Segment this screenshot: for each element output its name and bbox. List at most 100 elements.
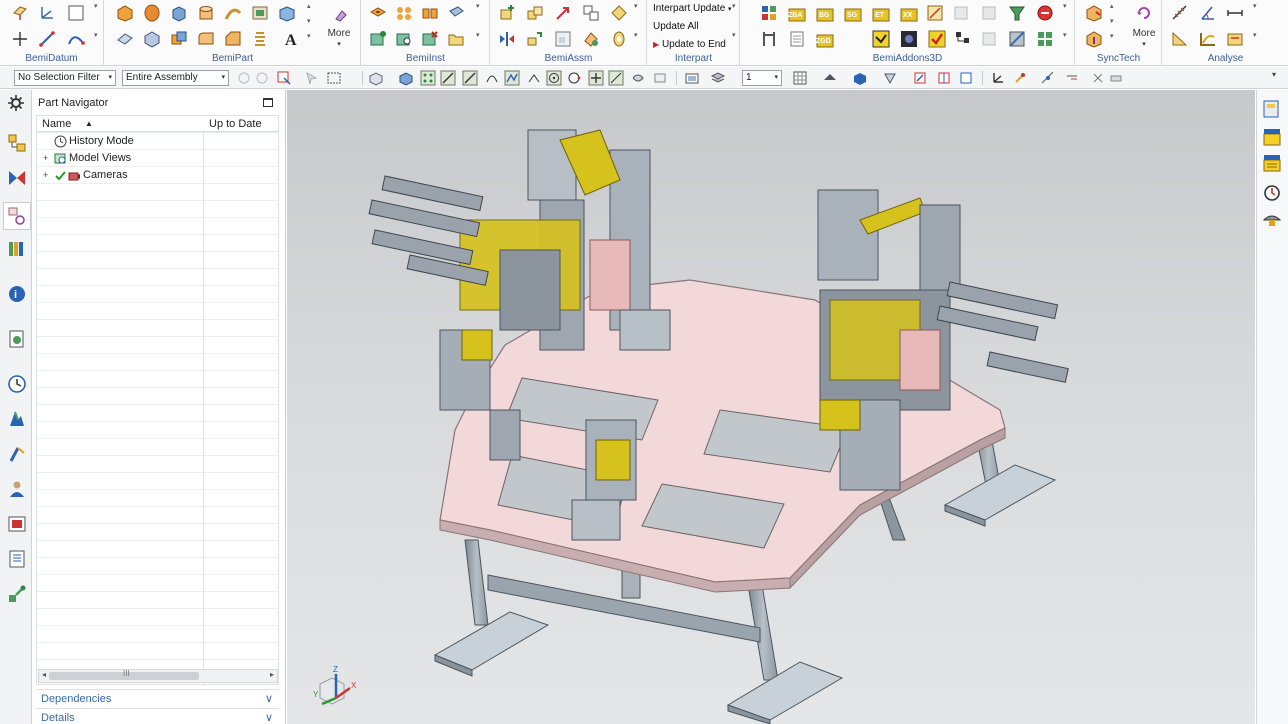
datum-csys-button[interactable]	[37, 3, 57, 23]
view-tool-3-button[interactable]	[1261, 152, 1283, 174]
addon-yellow-tool-button[interactable]	[871, 29, 891, 49]
assembly-constraints-button[interactable]	[581, 3, 601, 23]
view-tool-4-button[interactable]	[1261, 182, 1283, 204]
resource-bar-settings-button[interactable]	[5, 92, 27, 114]
addon-stop-button[interactable]	[1035, 3, 1055, 23]
layer-settings-button[interactable]	[710, 70, 726, 86]
addon-faded-1-button[interactable]	[951, 3, 971, 23]
deselect-button[interactable]	[254, 70, 270, 86]
edit-section-button[interactable]	[912, 70, 928, 86]
revolve-button[interactable]	[142, 3, 162, 23]
snap-tangent-button[interactable]	[526, 70, 542, 86]
datum-plane-button[interactable]	[10, 3, 30, 23]
select-body-button[interactable]	[398, 70, 414, 86]
extrude-button[interactable]	[115, 3, 135, 23]
arc-button[interactable]	[66, 29, 86, 49]
inst-remove-button[interactable]	[420, 29, 440, 49]
dependencies-section[interactable]: Dependencies ∨	[36, 689, 279, 707]
new-component-button[interactable]	[525, 3, 545, 23]
assembly-sequence-button[interactable]	[581, 29, 601, 49]
measure-body-button[interactable]	[1170, 29, 1190, 49]
view-tool-1-button[interactable]	[1261, 98, 1283, 120]
add-component-button[interactable]	[497, 3, 517, 23]
move-component-button[interactable]	[553, 3, 573, 23]
measure-length-button[interactable]	[1225, 3, 1245, 23]
assembly-navigator-tab[interactable]	[6, 132, 28, 154]
sync-more-button[interactable]	[1134, 3, 1154, 23]
more-label[interactable]: More	[319, 28, 359, 39]
gallery-scroll-arrows[interactable]: ▴ ▾ ▾	[307, 2, 315, 40]
hd3d-tools-tab[interactable]: i	[6, 283, 28, 305]
face-analysis-button[interactable]	[1225, 29, 1245, 49]
rectangle-select-button[interactable]	[326, 70, 342, 86]
sort-ascending-icon[interactable]: ▲	[85, 119, 93, 128]
snap-bounded-button[interactable]	[630, 70, 646, 86]
toolbar-overflow-arrow[interactable]: ▾	[1272, 70, 1288, 86]
snap-points-button[interactable]	[420, 70, 436, 86]
cylinder-button[interactable]	[196, 3, 216, 23]
process-studio-tab[interactable]	[6, 408, 28, 430]
tree-row-model-views[interactable]: + Model Views	[37, 150, 278, 167]
addon-grid-button[interactable]	[759, 3, 779, 23]
tree-row-history-mode[interactable]: History Mode	[37, 133, 278, 150]
text-button[interactable]: A	[281, 29, 301, 49]
snap-midpoint-button[interactable]	[462, 70, 478, 86]
view-orient-button[interactable]	[936, 70, 952, 86]
view-tool-2-button[interactable]	[1261, 126, 1283, 148]
chamfer-button[interactable]	[223, 29, 243, 49]
measure-distance-button[interactable]	[1170, 3, 1190, 23]
inst-edit-button[interactable]	[394, 29, 414, 49]
history-tab[interactable]	[6, 373, 28, 395]
snap-quadrant-button[interactable]	[566, 70, 582, 86]
snap-point-on-face-button[interactable]	[608, 70, 624, 86]
sync-move-face-button[interactable]	[1084, 3, 1104, 23]
wcs-orient-button[interactable]	[1012, 70, 1028, 86]
addon-check-button[interactable]	[927, 29, 947, 49]
zba-button[interactable]: ZBA	[787, 3, 807, 23]
snap-options-button[interactable]	[652, 70, 668, 86]
boolean-button[interactable]	[169, 29, 189, 49]
inst-folder-button[interactable]	[446, 29, 466, 49]
clearance-button[interactable]	[609, 29, 629, 49]
teamcenter-tab[interactable]	[6, 583, 28, 605]
expand-toggle[interactable]: +	[43, 167, 48, 184]
group-more-arrow[interactable]: ▾ ▾	[634, 2, 642, 39]
addon-draw-button[interactable]	[925, 3, 945, 23]
gallery-scroll-arrows[interactable]: ▴ ▾ ▾	[1110, 2, 1118, 40]
more-arrow[interactable]: ▾	[319, 40, 359, 48]
line-button[interactable]	[37, 29, 57, 49]
sweep-button[interactable]	[223, 3, 243, 23]
measure-toolbar-button[interactable]	[1064, 70, 1080, 86]
horizontal-scrollbar[interactable]: ◂ III ▸	[38, 669, 278, 683]
select-solid-button[interactable]	[368, 70, 384, 86]
xx-button[interactable]: XX	[899, 3, 919, 23]
more-label[interactable]: More	[1124, 28, 1164, 39]
addon-faded-2-button[interactable]	[979, 3, 999, 23]
shaded-button[interactable]	[852, 70, 868, 86]
inst-block-button[interactable]	[446, 3, 466, 23]
selection-mode-button[interactable]	[276, 70, 292, 86]
mirror-assembly-button[interactable]	[497, 29, 517, 49]
selection-filter-dropdown[interactable]: No Selection Filter ▾	[14, 70, 116, 86]
selection-scope-dropdown[interactable]: Entire Assembly ▾	[122, 70, 229, 86]
more-arrow[interactable]: ▾	[1124, 40, 1164, 48]
view-tool-5-button[interactable]	[1261, 208, 1283, 230]
display-style-button[interactable]	[822, 70, 838, 86]
name-column-header[interactable]: Name	[42, 118, 71, 130]
block-button[interactable]	[169, 3, 189, 23]
addon-rails-button[interactable]	[759, 29, 779, 49]
view-triad-button[interactable]	[958, 70, 974, 86]
wcs-button[interactable]	[990, 70, 1006, 86]
clip-section-button[interactable]	[882, 70, 898, 86]
group-more-arrow[interactable]: ▾ ▾	[1253, 2, 1261, 39]
thread-button[interactable]	[250, 29, 270, 49]
group-more-arrow[interactable]: ▾ ▾	[732, 2, 740, 39]
system-scenes-tab[interactable]	[6, 513, 28, 535]
snap-point-on-curve-button[interactable]	[588, 70, 604, 86]
blend-button[interactable]	[196, 29, 216, 49]
zgd-button[interactable]: ZGD	[815, 29, 835, 49]
reuse-library-tab[interactable]	[6, 238, 28, 260]
inst-pattern-button[interactable]	[394, 3, 414, 23]
constraint-navigator-tab[interactable]	[6, 167, 28, 189]
work-layer-dropdown[interactable]: 1 ▾	[742, 70, 782, 86]
